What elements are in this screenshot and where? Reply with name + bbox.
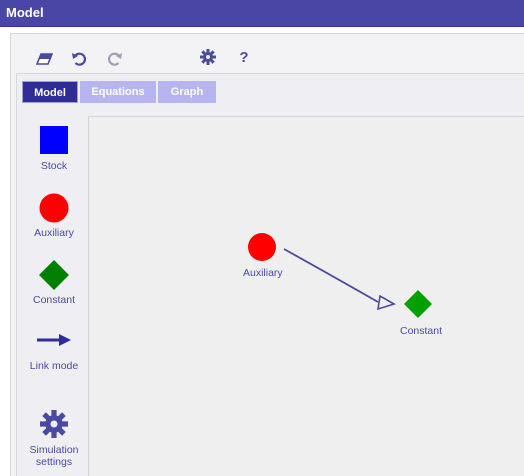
stock-square-icon — [40, 126, 68, 154]
eraser-icon — [36, 53, 54, 65]
redo-icon — [107, 52, 122, 66]
palette-label-auxiliary: Auxiliary — [34, 227, 74, 239]
palette-auxiliary[interactable]: Auxiliary — [22, 193, 86, 239]
auxiliary-node[interactable] — [248, 233, 276, 261]
green-diamond-icon — [404, 290, 432, 318]
title-bar — [0, 0, 524, 27]
red-circle-icon — [248, 233, 276, 261]
palette-link-mode[interactable]: Link mode — [22, 332, 86, 372]
constant-node[interactable] — [404, 290, 432, 318]
tab-equations[interactable]: Equations — [80, 81, 156, 103]
window-title: Model — [6, 5, 44, 20]
undo-button[interactable] — [66, 45, 92, 73]
tab-model[interactable]: Model — [22, 81, 78, 103]
palette-label-constant: Constant — [32, 294, 76, 306]
gear-icon — [200, 49, 216, 65]
palette-constant[interactable]: Constant — [22, 260, 86, 306]
palette-simulation-settings[interactable]: Simulation settings — [22, 410, 86, 468]
gear-icon — [40, 410, 68, 438]
arrow-right-icon — [37, 334, 71, 346]
undo-icon — [72, 52, 87, 66]
link-connector[interactable] — [88, 116, 524, 475]
palette-label-stock: Stock — [40, 160, 68, 172]
settings-button[interactable] — [196, 43, 220, 71]
constant-diamond-icon — [39, 260, 69, 290]
palette-label-simulation-settings: Simulation settings — [29, 444, 79, 468]
help-button[interactable]: ? — [232, 43, 256, 71]
tab-graph[interactable]: Graph — [158, 81, 216, 103]
constant-node-label: Constant — [400, 325, 443, 337]
redo-button[interactable] — [102, 45, 128, 73]
eraser-button[interactable] — [32, 45, 58, 73]
auxiliary-node-label: Auxiliary — [243, 267, 283, 279]
auxiliary-circle-icon — [39, 193, 69, 223]
palette-label-link-mode: Link mode — [29, 360, 79, 372]
palette-stock[interactable]: Stock — [22, 126, 86, 172]
